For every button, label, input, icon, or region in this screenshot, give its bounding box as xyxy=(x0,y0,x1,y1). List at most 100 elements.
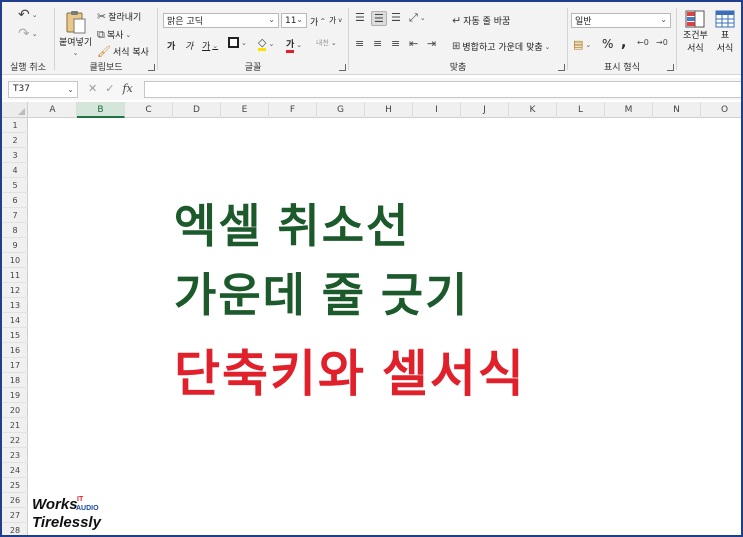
row-header-20[interactable]: 20 xyxy=(2,403,28,418)
number-format-select[interactable]: 일반 ⌄ xyxy=(571,13,671,28)
row-header-7[interactable]: 7 xyxy=(2,208,28,223)
align-center-button[interactable]: ≡ xyxy=(373,38,382,49)
name-box[interactable]: T37 ⌄ xyxy=(8,81,78,98)
row-header-2[interactable]: 2 xyxy=(2,133,28,148)
cut-button[interactable]: ✂ 잘라내기 xyxy=(97,10,141,23)
bold-button[interactable]: 가 xyxy=(167,39,175,52)
decrease-indent-button[interactable]: ⇤ xyxy=(409,38,418,49)
clipboard-group: 붙여넣기 ⌄ ✂ 잘라내기 ⧉ 복사 ⌄ 🖌 서식 복사 클립보드 xyxy=(55,2,157,75)
row-header-3[interactable]: 3 xyxy=(2,148,28,163)
row-header-12[interactable]: 12 xyxy=(2,283,28,298)
percent-style-button[interactable]: % xyxy=(602,37,613,51)
column-header-c[interactable]: C xyxy=(125,102,173,118)
row-header-27[interactable]: 27 xyxy=(2,508,28,523)
conditional-formatting-button[interactable]: 조건부 서식 xyxy=(683,10,708,54)
row-header-26[interactable]: 26 xyxy=(2,493,28,508)
font-name-select[interactable]: 맑은 고딕 ⌄ xyxy=(163,13,279,28)
dialog-launcher-icon[interactable] xyxy=(339,64,346,71)
increase-indent-icon: ⇥ xyxy=(427,37,437,50)
row-header-1[interactable]: 1 xyxy=(2,118,28,133)
comma-style-button[interactable]: , xyxy=(621,35,626,51)
row-header-11[interactable]: 11 xyxy=(2,268,28,283)
cancel-icon[interactable]: ✕ xyxy=(88,82,97,95)
redo-button[interactable]: ↷ ⌄ xyxy=(18,27,38,41)
dialog-launcher-icon[interactable] xyxy=(558,64,565,71)
row-header-6[interactable]: 6 xyxy=(2,193,28,208)
font-size-select[interactable]: 11 ⌄ xyxy=(281,13,307,28)
align-bottom-button[interactable]: ☰ xyxy=(391,12,401,23)
column-header-l[interactable]: L xyxy=(557,102,605,118)
column-header-g[interactable]: G xyxy=(317,102,365,118)
row-header-21[interactable]: 21 xyxy=(2,418,28,433)
align-middle-button[interactable]: ☰ xyxy=(371,11,387,26)
title-line-1: 엑셀 취소선 xyxy=(174,200,411,252)
orientation-button[interactable]: ⤢ ⌄ xyxy=(409,12,426,23)
row-header-19[interactable]: 19 xyxy=(2,388,28,403)
number-format-value: 일반 xyxy=(575,17,592,27)
row-header-22[interactable]: 22 xyxy=(2,433,28,448)
phonetic-button[interactable]: 내천 ⌄ xyxy=(316,38,337,48)
shrink-font-button[interactable]: 가v xyxy=(329,15,342,26)
borders-button[interactable]: ⌄ xyxy=(228,37,247,48)
row-header-14[interactable]: 14 xyxy=(2,313,28,328)
italic-button[interactable]: 가 xyxy=(185,39,193,52)
align-left-button[interactable]: ≡ xyxy=(355,38,364,49)
row-header-17[interactable]: 17 xyxy=(2,358,28,373)
paste-button[interactable]: 붙여넣기 ⌄ xyxy=(59,10,92,57)
formula-input[interactable] xyxy=(144,81,741,98)
decrease-decimal-button[interactable]: →0 xyxy=(656,39,668,47)
select-all-button[interactable] xyxy=(2,102,28,118)
row-header-8[interactable]: 8 xyxy=(2,223,28,238)
fill-color-button[interactable]: ◇ ⌄ xyxy=(258,37,274,51)
increase-decimal-button[interactable]: ←0 xyxy=(637,39,649,47)
column-header-m[interactable]: M xyxy=(605,102,653,118)
enter-icon[interactable]: ✓ xyxy=(105,82,114,95)
row-header-9[interactable]: 9 xyxy=(2,238,28,253)
column-header-i[interactable]: I xyxy=(413,102,461,118)
grow-font-button[interactable]: 가 ^ xyxy=(310,15,325,28)
logo-it: IT xyxy=(77,496,84,503)
chevron-down-icon: ⌄ xyxy=(212,41,219,50)
format-as-table-button[interactable]: 표 서식 xyxy=(715,10,735,54)
column-header-e[interactable]: E xyxy=(221,102,269,118)
insert-function-icon[interactable]: fx xyxy=(122,82,132,95)
column-header-n[interactable]: N xyxy=(653,102,701,118)
row-header-4[interactable]: 4 xyxy=(2,163,28,178)
chevron-down-icon: ⌄ xyxy=(67,85,74,94)
dialog-launcher-icon[interactable] xyxy=(667,64,674,71)
undo-button[interactable]: ↶ ⌄ xyxy=(18,8,38,22)
brush-icon: 🖌 xyxy=(97,45,111,58)
row-header-16[interactable]: 16 xyxy=(2,343,28,358)
copy-button[interactable]: ⧉ 복사 ⌄ xyxy=(97,28,131,41)
row-header-5[interactable]: 5 xyxy=(2,178,28,193)
column-header-b[interactable]: B xyxy=(77,102,125,118)
merge-center-button[interactable]: ⊞ 병합하고 가운데 맞춤 ⌄ xyxy=(452,40,551,53)
format-painter-button[interactable]: 🖌 서식 복사 xyxy=(97,45,149,58)
row-header-10[interactable]: 10 xyxy=(2,253,28,268)
align-right-button[interactable]: ≡ xyxy=(391,38,400,49)
column-header-o[interactable]: O xyxy=(701,102,741,118)
row-header-28[interactable]: 28 xyxy=(2,523,28,535)
worksheet-cells[interactable] xyxy=(29,119,741,535)
dialog-launcher-icon[interactable] xyxy=(148,64,155,71)
column-header-j[interactable]: J xyxy=(461,102,509,118)
font-color-button[interactable]: 가 ⌄ xyxy=(286,37,302,53)
column-header-f[interactable]: F xyxy=(269,102,317,118)
column-header-h[interactable]: H xyxy=(365,102,413,118)
column-header-k[interactable]: K xyxy=(509,102,557,118)
group-label: 맞춤 xyxy=(449,63,467,73)
underline-button[interactable]: 가 ⌄ xyxy=(202,39,219,53)
increase-indent-button[interactable]: ⇥ xyxy=(427,38,436,49)
column-header-d[interactable]: D xyxy=(173,102,221,118)
row-header-13[interactable]: 13 xyxy=(2,298,28,313)
align-top-button[interactable]: ☰ xyxy=(355,12,365,23)
row-header-24[interactable]: 24 xyxy=(2,463,28,478)
row-header-18[interactable]: 18 xyxy=(2,373,28,388)
row-header-15[interactable]: 15 xyxy=(2,328,28,343)
fill-bucket-icon: ◇ xyxy=(258,36,267,51)
row-header-25[interactable]: 25 xyxy=(2,478,28,493)
accounting-format-button[interactable]: ▤ ⌄ xyxy=(573,39,591,50)
column-header-a[interactable]: A xyxy=(29,102,77,118)
wrap-text-button[interactable]: ↵ 자동 줄 바꿈 xyxy=(452,14,510,27)
row-header-23[interactable]: 23 xyxy=(2,448,28,463)
